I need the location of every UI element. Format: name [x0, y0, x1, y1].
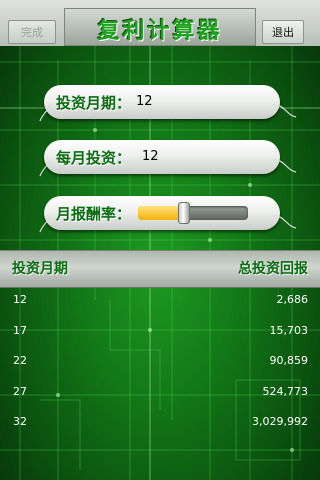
row-total-return: 3,029,992 [252, 415, 308, 428]
investment-period-value[interactable]: 12 [136, 94, 153, 109]
return-rate-slider[interactable] [138, 202, 248, 224]
monthly-investment-field[interactable]: 每月投资： 12 [39, 140, 297, 177]
result-row: 27 524,773 [0, 380, 320, 411]
pill-tail-icon [39, 215, 51, 233]
pill-tail-icon [39, 159, 51, 177]
pill-tail-icon [39, 104, 51, 122]
monthly-return-rate-field: 月报酬率： [39, 196, 297, 233]
results-list: 12 2,686 17 15,703 22 90,859 27 524,773 32 3,029,… [0, 288, 320, 441]
result-row: 12 2,686 [0, 288, 320, 319]
title-bar: 完成 复利计算器 退出 [0, 0, 320, 46]
row-total-return: 90,859 [269, 354, 309, 367]
row-total-return: 15,703 [269, 323, 309, 337]
row-total-return: 2,686 [276, 293, 309, 306]
pill-tail-icon [271, 215, 297, 229]
row-period: 17 [13, 323, 27, 337]
monthly-investment-value[interactable]: 12 [142, 149, 159, 164]
column-header-total-return: 总投资回报 [238, 261, 308, 277]
app-title: 复利计算器 [97, 19, 223, 44]
column-header-period: 投资月期 [12, 261, 68, 277]
pill-tail-icon [271, 159, 297, 173]
investment-period-field[interactable]: 投资月期： 12 [39, 85, 297, 122]
results-header: 投资月期 总投资回报 [0, 250, 320, 288]
result-row: 32 3,029,992 [0, 410, 320, 441]
exit-button[interactable]: 退出 [262, 20, 304, 44]
row-total-return: 524,773 [262, 384, 309, 398]
row-period: 22 [13, 354, 27, 367]
result-row: 22 90,859 [0, 349, 320, 380]
pill-tail-icon [271, 104, 297, 118]
slider-thumb[interactable] [178, 202, 191, 224]
title-plate: 复利计算器 [64, 8, 256, 46]
done-button[interactable]: 完成 [8, 20, 56, 44]
result-row: 17 15,703 [0, 319, 320, 350]
row-period: 32 [13, 415, 27, 428]
row-period: 12 [13, 293, 27, 306]
row-period: 27 [13, 384, 27, 398]
